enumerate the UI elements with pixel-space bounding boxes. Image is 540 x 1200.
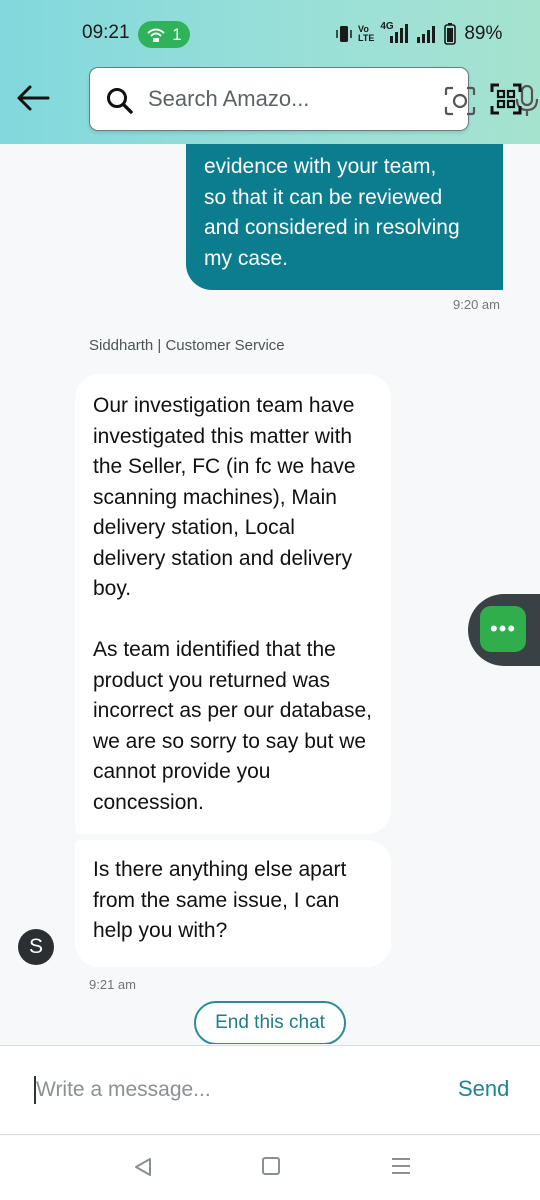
nav-menu-icon[interactable] — [391, 1156, 411, 1176]
message-paragraph: As team identified that the product you … — [93, 638, 372, 814]
camera-icon[interactable] — [444, 86, 476, 116]
status-icons: Vo LTE 4G 89% — [336, 21, 503, 45]
battery-icon — [444, 23, 457, 45]
search-placeholder[interactable]: Search Amazo... — [148, 86, 309, 112]
agent-avatar: S — [18, 929, 54, 965]
incoming-message: Is there anything else apart from the sa… — [75, 840, 391, 967]
incoming-timestamp: 9:21 am — [89, 977, 136, 992]
hotspot-indicator: 1 — [138, 21, 190, 48]
volte-label: Vo LTE — [358, 24, 375, 43]
search-bar[interactable]: Search Amazo... — [89, 67, 539, 131]
nav-home-icon[interactable] — [262, 1157, 280, 1175]
message-paragraph: Our investigation team have investigated… — [93, 394, 356, 600]
status-bar: 09:21 1 Vo LTE 4G 89% — [0, 14, 540, 54]
message-input[interactable] — [36, 1074, 416, 1106]
status-time: 09:21 — [82, 22, 130, 43]
system-navigation-bar — [0, 1136, 540, 1200]
outgoing-timestamp: 9:20 am — [453, 297, 500, 312]
qr-scan-icon[interactable] — [490, 83, 522, 115]
outgoing-message: evidence with your team, so that it can … — [186, 144, 503, 290]
agent-label: Siddharth | Customer Service — [89, 337, 285, 354]
search-icon — [107, 88, 133, 114]
back-arrow-icon[interactable] — [16, 84, 50, 112]
message-paragraph: Is there anything else apart from the sa… — [93, 858, 347, 942]
send-button[interactable]: Send — [458, 1076, 509, 1102]
end-chat-button[interactable]: End this chat — [194, 1001, 346, 1044]
vibrate-icon — [336, 26, 352, 42]
signal-icon — [390, 24, 409, 43]
more-icon[interactable]: ••• — [480, 606, 526, 652]
nav-back-icon[interactable] — [132, 1156, 154, 1178]
chat-transcript[interactable]: evidence with your team, so that it can … — [0, 144, 540, 1044]
incoming-message: Our investigation team have investigated… — [75, 374, 391, 834]
network-type: 4G — [380, 21, 410, 45]
battery-percentage: 89% — [464, 23, 503, 44]
hotspot-count: 1 — [172, 24, 182, 44]
wifi-hotspot-icon — [147, 28, 165, 42]
app-header: 09:21 1 Vo LTE 4G 89% Search Amazo... — [0, 0, 540, 144]
message-composer: Send — [0, 1045, 540, 1135]
signal-icon — [417, 26, 436, 43]
